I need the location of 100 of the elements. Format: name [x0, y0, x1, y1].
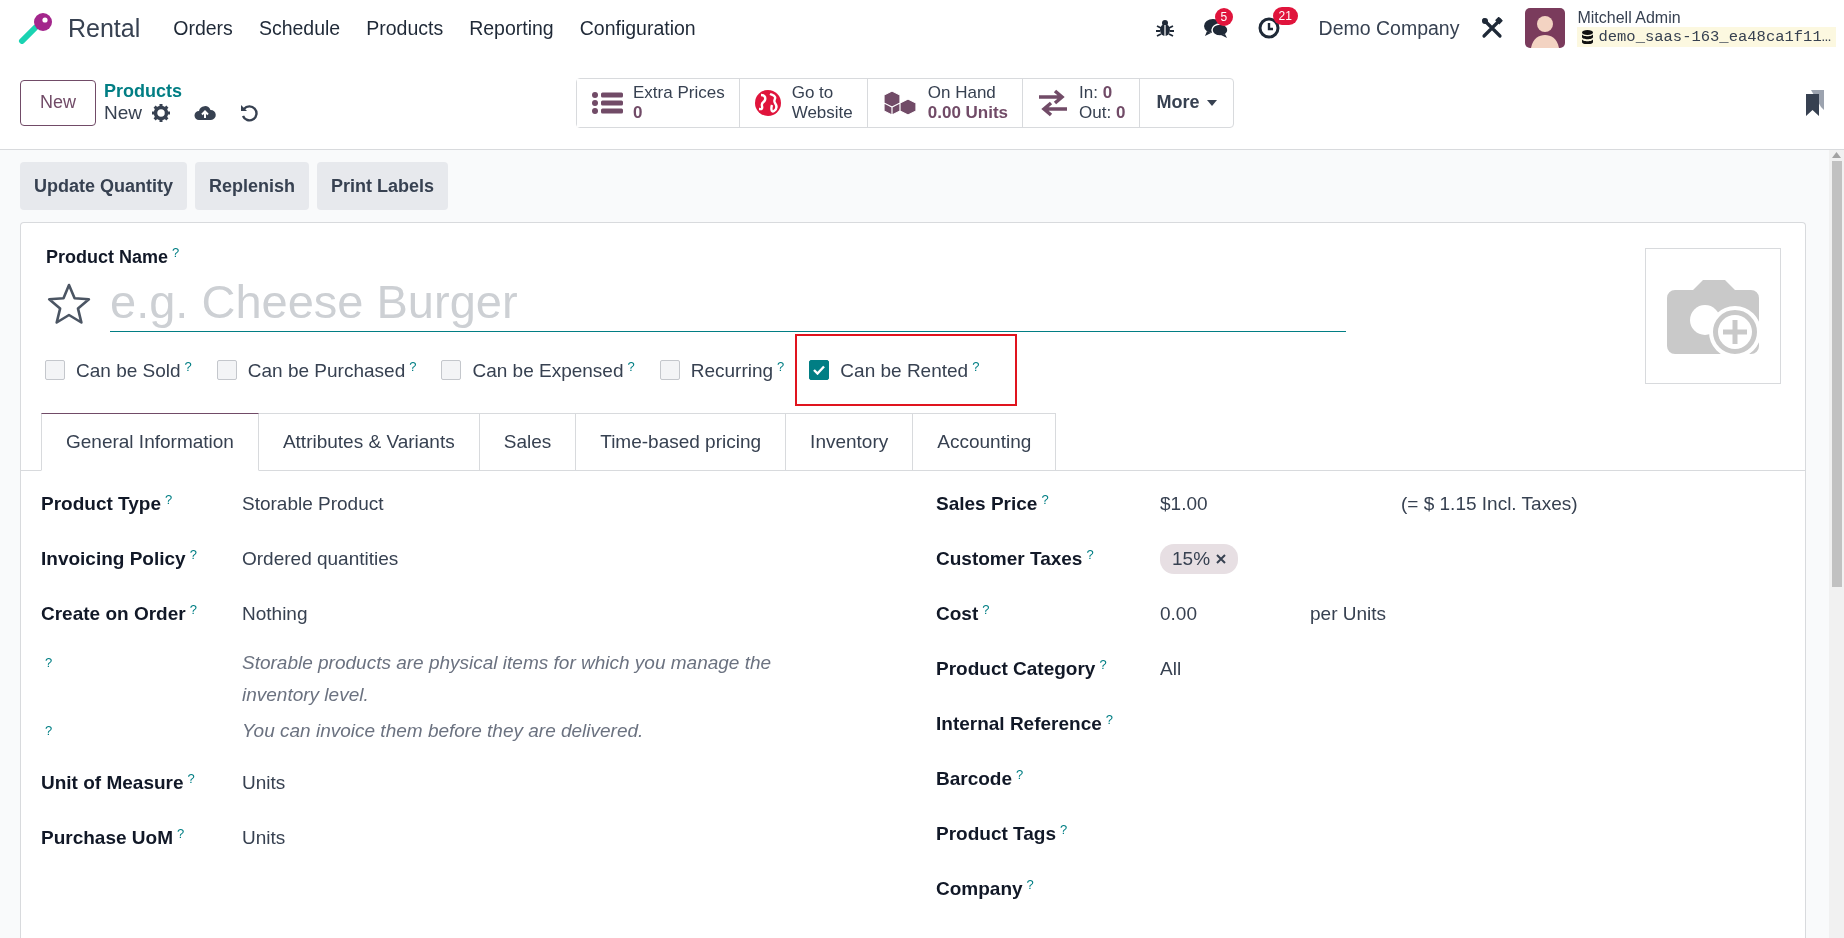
- help-mark[interactable]: ?: [177, 826, 185, 841]
- more-button[interactable]: More: [1140, 78, 1234, 127]
- database-name: demo_saas-163_ea48ca1f11…: [1577, 27, 1836, 47]
- notification-badge: 21: [1272, 7, 1298, 25]
- tab[interactable]: Attributes & Variants: [258, 413, 480, 471]
- record-title: New: [104, 102, 142, 124]
- action-button[interactable]: Replenish: [195, 162, 310, 210]
- cloud-upload-icon[interactable]: [194, 104, 216, 122]
- menu-item[interactable]: Orders: [160, 8, 246, 48]
- checkbox-label[interactable]: Recurring $^{?}$: [690, 358, 785, 382]
- field-value[interactable]: 0.00: [1160, 602, 1310, 626]
- tab[interactable]: Inventory: [786, 413, 914, 471]
- field-label: Customer Taxes $^{?}$: [936, 546, 1095, 571]
- tab[interactable]: Accounting: [913, 413, 1057, 471]
- unit-text: per Units: [1310, 602, 1387, 626]
- checkmark-icon: [813, 365, 826, 375]
- menu-item[interactable]: Products: [353, 8, 457, 48]
- help-mark[interactable]: ?: [165, 492, 173, 507]
- smart-button[interactable]: Extra Prices 0: [577, 78, 740, 127]
- field-value[interactable]: Units: [242, 771, 286, 795]
- tax-included-text: (= $ 1.15 Incl. Taxes): [1401, 492, 1578, 516]
- field-label: Company $^{?}$: [936, 876, 1035, 901]
- action-button[interactable]: Print Labels: [317, 162, 449, 210]
- tax-tag[interactable]: 15%: [1160, 544, 1239, 574]
- field-label: Internal Reference $^{?}$: [936, 711, 1115, 736]
- help-mark[interactable]: ?: [972, 358, 980, 374]
- avatar-silhouette-icon[interactable]: [1525, 8, 1566, 48]
- field-label: Sales Price $^{?}$: [936, 491, 1050, 516]
- tab[interactable]: Sales: [479, 413, 577, 471]
- help-text: You can invoice them before they are delivered.: [242, 719, 645, 743]
- tab[interactable]: General Information: [41, 413, 259, 471]
- field-value[interactable]: All: [1160, 657, 1182, 681]
- help-text: Storable products are physical items for which you manage the inventory level.: [242, 651, 773, 707]
- checkbox-label[interactable]: Can be Rented $^{?}$: [840, 358, 980, 382]
- checkbox[interactable]: [216, 360, 237, 380]
- database-icon: [1582, 30, 1594, 44]
- clock-icon[interactable]: [1256, 16, 1281, 40]
- help-mark[interactable]: ?: [172, 245, 180, 260]
- settings-icon[interactable]: [152, 104, 170, 122]
- help-mark[interactable]: ?: [1086, 547, 1094, 562]
- bookmarks-icon[interactable]: [1806, 89, 1824, 116]
- checkbox-label[interactable]: Can be Expensed $^{?}$: [472, 358, 635, 382]
- help-mark[interactable]: ?: [627, 358, 635, 374]
- user-name[interactable]: Mitchell Admin: [1577, 9, 1836, 27]
- scrollbar-thumb[interactable]: [1831, 161, 1842, 587]
- field-label: Cost $^{?}$: [936, 601, 991, 626]
- help-mark[interactable]: ?: [45, 655, 53, 670]
- tools-icon[interactable]: [1481, 17, 1504, 39]
- help-mark[interactable]: ?: [1026, 877, 1034, 892]
- checkbox[interactable]: [45, 360, 65, 380]
- notification-badge: 5: [1214, 8, 1234, 26]
- company-switcher[interactable]: Demo Company: [1318, 16, 1460, 40]
- field-label: Product Tags $^{?}$: [936, 821, 1069, 846]
- checkbox[interactable]: [809, 360, 830, 380]
- field-value[interactable]: Units: [242, 826, 286, 850]
- cubes-icon: [881, 88, 918, 117]
- help-mark[interactable]: ?: [1016, 767, 1024, 782]
- field-value[interactable]: $1.00: [1160, 492, 1401, 516]
- menu-item[interactable]: Schedule: [245, 8, 354, 48]
- tab[interactable]: Time-based pricing: [576, 413, 787, 471]
- field-label: Invoicing Policy $^{?}$: [41, 546, 198, 571]
- caret-icon: [1207, 99, 1218, 106]
- help-mark[interactable]: ?: [1099, 657, 1107, 672]
- help-mark[interactable]: ?: [777, 358, 785, 374]
- help-mark[interactable]: ?: [189, 547, 197, 562]
- bug-icon[interactable]: [1154, 18, 1175, 38]
- help-mark[interactable]: ?: [982, 602, 990, 617]
- checkbox[interactable]: [441, 360, 462, 380]
- app-name[interactable]: Rental: [68, 13, 141, 43]
- field-value[interactable]: Ordered quantities: [242, 547, 399, 571]
- field-label: Create on Order $^{?}$: [41, 601, 198, 626]
- help-mark[interactable]: ?: [45, 723, 53, 738]
- checkbox-label[interactable]: Can be Sold $^{?}$: [76, 358, 192, 382]
- checkbox-label[interactable]: Can be Purchased $^{?}$: [247, 358, 417, 382]
- scrollbar[interactable]: [1829, 150, 1844, 938]
- help-mark[interactable]: ?: [1060, 822, 1068, 837]
- help-mark[interactable]: ?: [189, 602, 197, 617]
- action-button[interactable]: Update Quantity: [20, 162, 187, 210]
- help-mark[interactable]: ?: [409, 358, 417, 374]
- close-icon[interactable]: [1216, 554, 1227, 564]
- list-icon: [591, 89, 623, 116]
- breadcrumb-link[interactable]: Products: [104, 81, 258, 102]
- help-mark[interactable]: ?: [1105, 712, 1114, 727]
- undo-icon[interactable]: [240, 104, 258, 122]
- help-mark[interactable]: ?: [184, 358, 192, 374]
- field-label: Product Type $^{?}$: [41, 491, 174, 516]
- field-label: Barcode $^{?}$: [936, 766, 1025, 791]
- field-label: Product Category $^{?}$: [936, 656, 1108, 681]
- help-mark[interactable]: ?: [187, 771, 195, 786]
- star-icon[interactable]: [46, 282, 92, 326]
- new-button[interactable]: New: [20, 79, 96, 126]
- field-label: Purchase UoM $^{?}$: [41, 825, 186, 850]
- field-label: Unit of Measure $^{?}$: [41, 770, 196, 795]
- checkbox[interactable]: [659, 360, 680, 380]
- field-value[interactable]: Nothing: [242, 602, 308, 626]
- help-mark[interactable]: ?: [1041, 492, 1049, 507]
- field-value[interactable]: Storable Product: [242, 492, 384, 516]
- transfer-arrows-icon: [1037, 88, 1070, 117]
- menu-item[interactable]: Configuration: [566, 8, 709, 48]
- menu-item[interactable]: Reporting: [456, 8, 567, 48]
